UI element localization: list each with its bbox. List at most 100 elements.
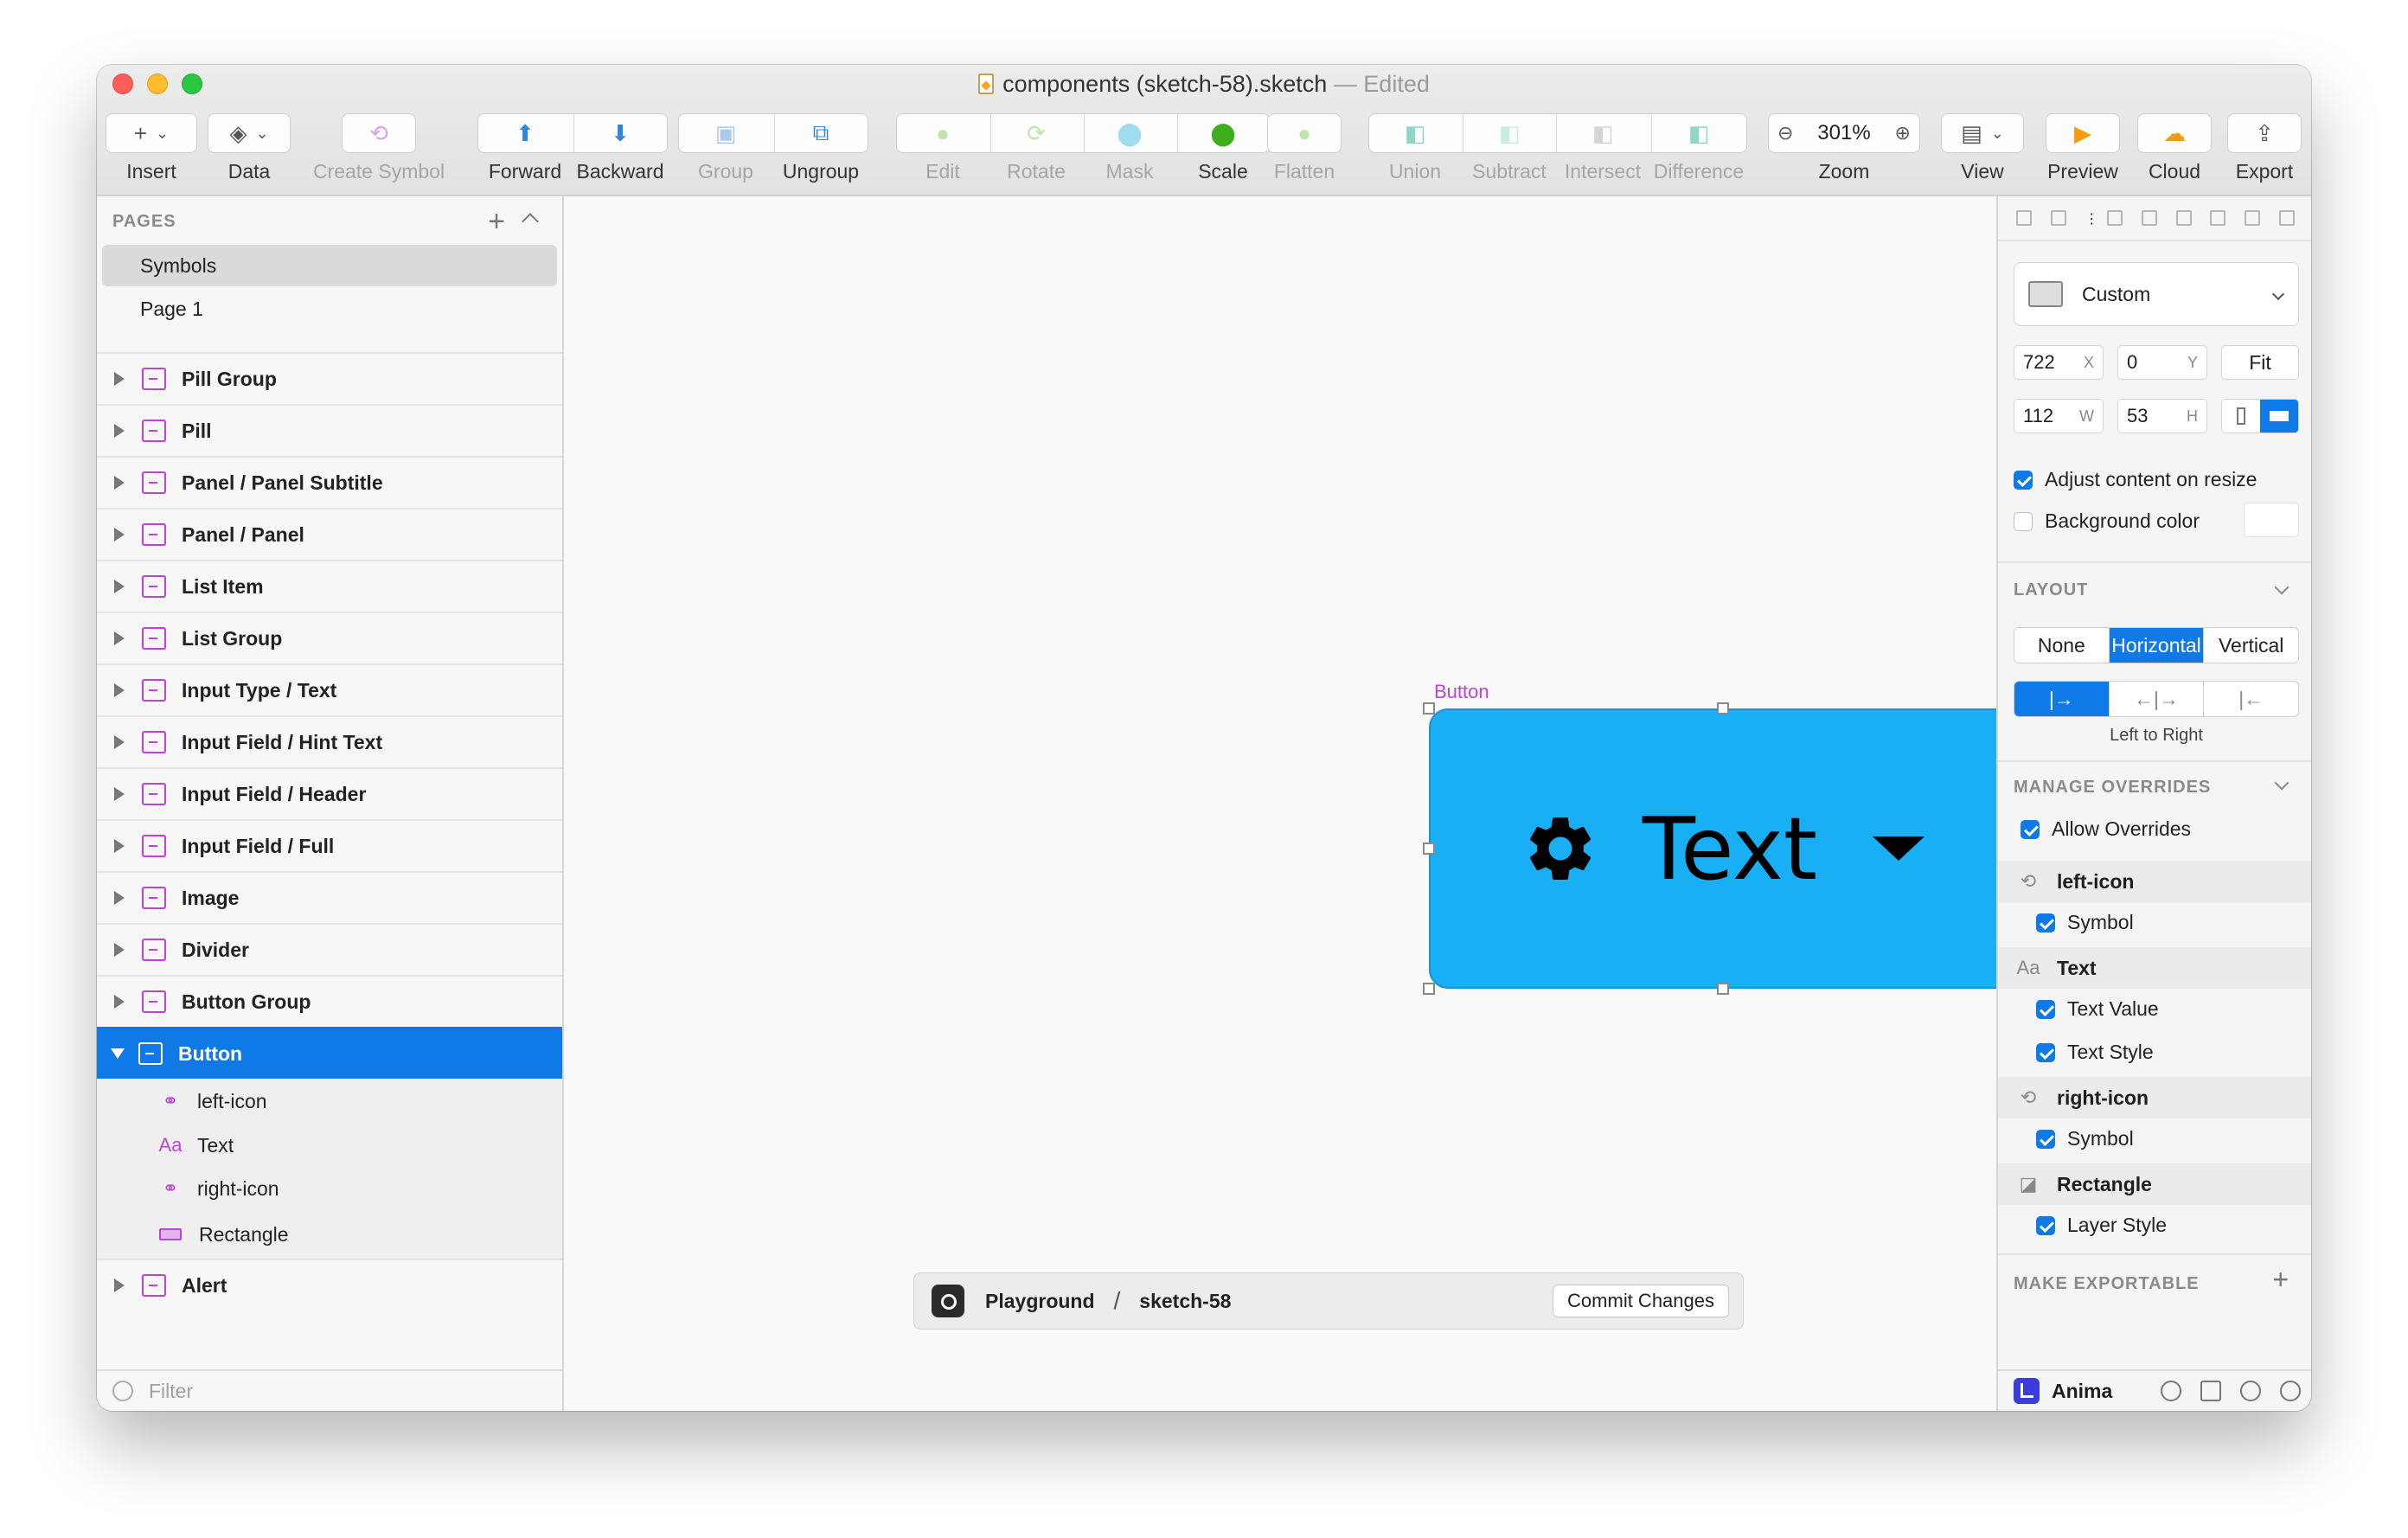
layer-row[interactable]: Button Group bbox=[97, 975, 562, 1027]
commit-changes-button[interactable]: Commit Changes bbox=[1553, 1285, 1729, 1317]
edit-tool[interactable]: ● Edit bbox=[896, 113, 989, 183]
ungroup-tool[interactable]: ⧉ Ungroup bbox=[773, 113, 868, 183]
layout-vertical-option[interactable]: Vertical bbox=[2204, 628, 2298, 663]
difference-tool[interactable]: ◧ Difference bbox=[1650, 113, 1747, 183]
rotate-tool[interactable]: ⟳ Rotate bbox=[989, 113, 1083, 183]
layer-row[interactable]: Alert bbox=[97, 1259, 562, 1311]
flatten-tool[interactable]: ● Flatten bbox=[1261, 113, 1348, 183]
disclosure-triangle-icon[interactable] bbox=[114, 891, 125, 905]
adjust-content-checkbox[interactable]: Adjust content on resize bbox=[2014, 468, 2257, 491]
union-tool[interactable]: ◧ Union bbox=[1368, 113, 1462, 183]
chevron-down-icon[interactable] bbox=[2274, 775, 2290, 791]
align-middle-icon[interactable] bbox=[2245, 210, 2261, 226]
resize-handle[interactable] bbox=[1423, 702, 1435, 715]
resize-handle[interactable] bbox=[1423, 843, 1435, 855]
disclosure-triangle-icon[interactable] bbox=[114, 839, 125, 853]
preview-tool[interactable]: ▶ Preview bbox=[2043, 113, 2123, 183]
zoom-in-icon[interactable]: ⊕ bbox=[1895, 122, 1911, 144]
view-tool[interactable]: ▤ ⌄ View bbox=[1941, 113, 2024, 183]
page-item-symbols[interactable]: Symbols bbox=[102, 245, 557, 286]
target-icon[interactable] bbox=[2161, 1381, 2181, 1401]
width-field[interactable]: 112 W bbox=[2014, 399, 2104, 433]
data-tool[interactable]: ◈ ⌄ Data bbox=[208, 113, 291, 183]
layout-horizontal-option[interactable]: Horizontal bbox=[2109, 628, 2205, 663]
collapse-pages-icon[interactable] bbox=[522, 213, 539, 230]
resize-handle[interactable] bbox=[1717, 702, 1729, 715]
scale-tool[interactable]: ⬤ Scale bbox=[1176, 113, 1270, 183]
y-position-field[interactable]: 0Y bbox=[2117, 345, 2207, 380]
layout-none-option[interactable]: None bbox=[2014, 628, 2110, 663]
layer-row[interactable]: List Group bbox=[97, 612, 562, 663]
project-name[interactable]: Playground bbox=[985, 1290, 1095, 1313]
disclosure-triangle-icon[interactable] bbox=[114, 683, 125, 697]
disclosure-triangle-icon[interactable] bbox=[114, 528, 125, 542]
background-color-swatch[interactable] bbox=[2244, 503, 2299, 537]
checkbox-checked[interactable] bbox=[2036, 1215, 2055, 1235]
layer-row[interactable]: Pill Group bbox=[97, 352, 562, 404]
canvas[interactable]: Button Text bbox=[564, 196, 2023, 1411]
checkbox-checked[interactable] bbox=[2036, 1042, 2055, 1062]
artboard-label[interactable]: Button bbox=[1434, 681, 1489, 703]
disclosure-triangle-icon[interactable] bbox=[114, 580, 125, 593]
layer-row[interactable]: Input Type / Text bbox=[97, 663, 562, 715]
more-align-icon[interactable]: ⋮ bbox=[2085, 210, 2098, 227]
layer-filter[interactable]: Filter bbox=[97, 1369, 562, 1411]
direction-right-to-left-icon[interactable]: |← bbox=[2204, 682, 2298, 716]
layer-row-selected[interactable]: Button bbox=[97, 1027, 562, 1079]
child-layer-rectangle[interactable]: Rectangle bbox=[97, 1210, 562, 1259]
add-page-icon[interactable]: + bbox=[488, 205, 505, 239]
layer-row[interactable]: List Item bbox=[97, 560, 562, 612]
disclosure-triangle-icon[interactable] bbox=[114, 787, 125, 801]
layer-row[interactable]: Panel / Panel bbox=[97, 508, 562, 560]
branch-name[interactable]: sketch-58 bbox=[1139, 1290, 1231, 1313]
add-export-icon[interactable]: + bbox=[2272, 1264, 2289, 1296]
subtract-tool[interactable]: ◧ Subtract bbox=[1462, 113, 1557, 183]
direction-center-icon[interactable]: ←|→ bbox=[2110, 682, 2205, 716]
resize-handle[interactable] bbox=[1717, 983, 1729, 995]
cloud-tool[interactable]: ☁ Cloud bbox=[2135, 113, 2214, 183]
split-view-icon[interactable] bbox=[2200, 1381, 2221, 1401]
create-symbol-tool[interactable]: ⟲ Create Symbol bbox=[301, 113, 457, 183]
group-tool[interactable]: ▣ Group bbox=[678, 113, 773, 183]
resize-handle[interactable] bbox=[1423, 983, 1435, 995]
align-bottom-icon[interactable] bbox=[2279, 210, 2295, 226]
artboard-preset-select[interactable]: Custom bbox=[2014, 262, 2299, 326]
disclosure-triangle-icon[interactable] bbox=[114, 1278, 125, 1292]
insert-tool[interactable]: + ⌄ Insert bbox=[106, 113, 197, 183]
align-center-icon[interactable] bbox=[2141, 210, 2157, 226]
button-symbol-artboard[interactable]: Text bbox=[1429, 708, 2017, 989]
disclosure-triangle-icon[interactable] bbox=[114, 735, 125, 749]
intersect-tool[interactable]: ◧ Intersect bbox=[1555, 113, 1650, 183]
distribute-vertical-icon[interactable] bbox=[2050, 210, 2066, 226]
layer-row[interactable]: Input Field / Full bbox=[97, 819, 562, 871]
x-position-field[interactable]: 722 X bbox=[2014, 345, 2104, 380]
disclosure-triangle-expanded-icon[interactable] bbox=[111, 1048, 125, 1059]
compass-icon[interactable] bbox=[2280, 1381, 2301, 1401]
override-symbol-checkbox[interactable]: Symbol bbox=[2036, 1127, 2134, 1150]
align-right-icon[interactable] bbox=[2175, 210, 2192, 226]
export-tool[interactable]: ⇪ Export bbox=[2225, 113, 2304, 183]
gear-icon[interactable] bbox=[2240, 1381, 2261, 1401]
layer-row[interactable]: Pill bbox=[97, 404, 562, 456]
backward-tool[interactable]: ⬇ Backward bbox=[573, 113, 668, 183]
checkbox-unchecked[interactable] bbox=[2014, 511, 2033, 531]
child-layer-text[interactable]: Aa Text bbox=[97, 1124, 562, 1167]
fit-button[interactable]: Fit bbox=[2221, 345, 2299, 380]
layer-row[interactable]: Divider bbox=[97, 923, 562, 975]
override-text-style-checkbox[interactable]: Text Style bbox=[2036, 1041, 2154, 1064]
checkbox-checked[interactable] bbox=[2036, 1129, 2055, 1149]
checkbox-checked[interactable] bbox=[2036, 913, 2055, 932]
disclosure-triangle-icon[interactable] bbox=[114, 995, 125, 1009]
landscape-button[interactable] bbox=[2260, 400, 2298, 433]
layer-row[interactable]: Panel / Panel Subtitle bbox=[97, 456, 562, 508]
align-top-icon[interactable] bbox=[2210, 210, 2226, 226]
portrait-button[interactable] bbox=[2222, 400, 2260, 433]
checkbox-checked[interactable] bbox=[2021, 819, 2040, 839]
child-layer-left-icon[interactable]: ⚭ left-icon bbox=[97, 1079, 562, 1124]
disclosure-triangle-icon[interactable] bbox=[114, 631, 125, 645]
layer-row[interactable]: Input Field / Hint Text bbox=[97, 715, 562, 767]
disclosure-triangle-icon[interactable] bbox=[114, 943, 125, 957]
child-layer-right-icon[interactable]: ⚭ right-icon bbox=[97, 1167, 562, 1210]
override-layer-style-checkbox[interactable]: Layer Style bbox=[2036, 1214, 2167, 1237]
override-text-value-checkbox[interactable]: Text Value bbox=[2036, 997, 2159, 1021]
